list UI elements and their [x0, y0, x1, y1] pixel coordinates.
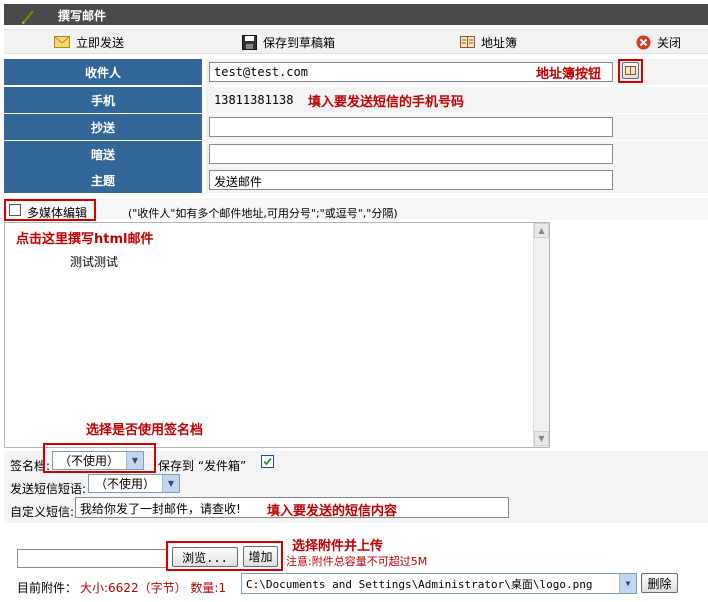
cc-input[interactable]	[209, 117, 613, 137]
save-sent-label: 保存到 “发件箱”	[158, 459, 247, 473]
scroll-down-icon[interactable]: ▼	[534, 431, 549, 446]
sms-phrase-select-value: （不使用）	[95, 477, 156, 491]
subject-label: 主题	[4, 167, 202, 193]
envelope-icon	[54, 36, 70, 48]
attachment-file-value: C:\Documents and Settings\Administrator\…	[246, 577, 593, 591]
upload-annotation: 选择附件并上传	[292, 539, 384, 554]
signature-select[interactable]: （不使用） ▼	[52, 451, 144, 470]
mobile-label: 手机	[4, 87, 202, 113]
floppy-disk-icon	[242, 34, 257, 50]
close-icon	[636, 35, 651, 49]
recipient-hint: ("收件人"如有多个邮件地址,可用分号";"或逗号","分隔)	[128, 207, 398, 220]
attachment-size-info: 大小:6622（字节） 数量:1	[80, 581, 227, 595]
signature-select-value: （不使用）	[59, 454, 120, 468]
send-button[interactable]: 立即发送	[54, 33, 124, 51]
addressbook-annotation: 地址簿按钮	[536, 67, 602, 82]
custom-sms-annotation: 填入要发送的短信内容	[267, 504, 398, 519]
browse-button[interactable]: 浏览...	[172, 547, 238, 567]
close-button[interactable]: 关闭	[636, 33, 681, 51]
save-draft-label: 保存到草稿箱	[263, 35, 336, 50]
html-annotation: 点击这里撰写html邮件	[16, 232, 154, 247]
size-note: 注意:附件总容量不可超过5M	[286, 555, 428, 568]
custom-sms-label: 自定义短信:	[10, 505, 75, 519]
page-title: 撰写邮件	[58, 9, 107, 23]
add-attachment-button[interactable]: 增加	[243, 546, 278, 567]
addressbook-button[interactable]: 地址簿	[460, 33, 517, 51]
editor-body-text: 测试测试	[70, 255, 119, 269]
chevron-down-icon: ▼	[126, 452, 143, 469]
bcc-label: 暗送	[4, 141, 202, 167]
multimedia-label: 多媒体编辑	[27, 206, 88, 220]
addressbook-picker-button[interactable]	[622, 62, 639, 79]
mobile-annotation: 填入要发送短信的手机号码	[308, 95, 465, 110]
scroll-up-icon[interactable]: ▲	[534, 223, 549, 238]
address-book-icon	[460, 36, 475, 48]
addressbook-label: 地址簿	[481, 35, 518, 50]
attachment-path-input[interactable]	[17, 549, 167, 568]
mobile-input[interactable]: 13811381138	[209, 90, 301, 110]
subject-input[interactable]: 发送邮件	[209, 170, 613, 190]
editor-scrollbar[interactable]: ▲ ▼	[533, 223, 549, 447]
chevron-down-icon: ▼	[162, 475, 179, 492]
sms-phrase-select[interactable]: （不使用） ▼	[88, 474, 180, 493]
delete-attachment-button[interactable]: 删除	[641, 573, 678, 593]
checkmark-icon	[263, 457, 272, 466]
sms-phrase-label: 发送短信短语:	[10, 482, 87, 496]
attachment-list-select[interactable]: C:\Documents and Settings\Administrator\…	[241, 573, 637, 594]
to-label: 收件人	[4, 59, 202, 85]
save-draft-button[interactable]: 保存到草稿箱	[242, 33, 335, 51]
multimedia-checkbox[interactable]	[9, 204, 21, 216]
send-label: 立即发送	[76, 35, 125, 50]
bcc-input[interactable]	[209, 144, 613, 164]
chevron-down-icon: ▼	[619, 574, 636, 593]
cc-label: 抄送	[4, 114, 202, 140]
signature-annotation: 选择是否使用签名档	[86, 423, 204, 438]
close-label: 关闭	[657, 35, 682, 50]
title-bar	[4, 4, 708, 25]
pencil-icon	[20, 7, 38, 25]
save-sent-checkbox[interactable]	[261, 455, 274, 468]
address-book-icon	[625, 66, 636, 75]
current-attachment-label: 目前附件：	[17, 581, 78, 595]
